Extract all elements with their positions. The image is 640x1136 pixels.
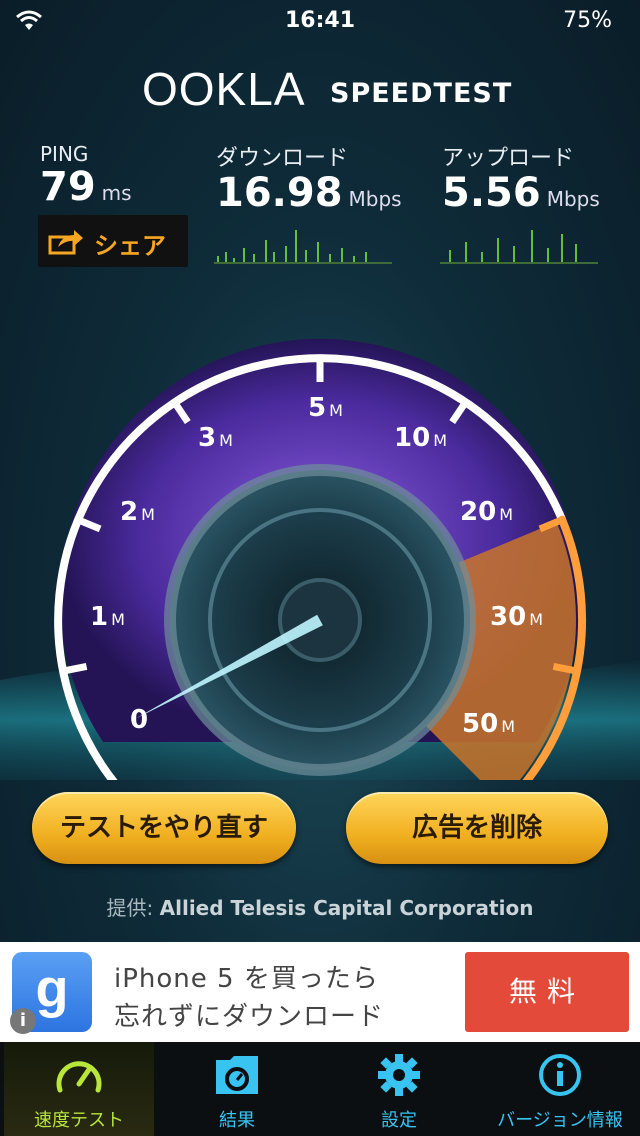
- provider-line: 提供: Allied Telesis Capital Corporation: [0, 892, 640, 921]
- ping-stat: PING 79 ms: [40, 142, 132, 210]
- download-unit: Mbps: [348, 187, 402, 211]
- ad-line-2: 忘れずにダウンロード: [114, 1002, 385, 1032]
- status-bar: 16:41 75%: [0, 0, 640, 40]
- tick-label-0: 0: [130, 705, 148, 735]
- download-stat: ダウンロード 16.98 Mbps: [216, 140, 402, 216]
- tab-settings[interactable]: 設定: [324, 1042, 474, 1136]
- gauge-tick-mark: [62, 662, 88, 675]
- upload-sparkline: [440, 230, 598, 264]
- tab-bar: 速度テスト 結果 設定 バージョン情報: [0, 1042, 640, 1136]
- info-icon: [539, 1054, 581, 1096]
- results-folder-icon: [216, 1056, 258, 1094]
- tab-speed-test-label: 速度テスト: [34, 1110, 124, 1131]
- speedometer-icon: [56, 1061, 102, 1093]
- retry-test-button[interactable]: テストをやり直す: [32, 792, 296, 864]
- share-button[interactable]: シェア: [38, 215, 188, 267]
- upload-stat: アップロード 5.56 Mbps: [442, 140, 600, 216]
- ping-unit: ms: [101, 181, 132, 205]
- upload-label: アップロード: [442, 146, 575, 171]
- remove-ads-button[interactable]: 広告を削除: [346, 792, 608, 864]
- ping-value: 79: [40, 164, 96, 210]
- tab-version-info[interactable]: バージョン情報: [480, 1042, 640, 1136]
- gauge-tick-mark: [552, 662, 578, 675]
- ad-line-1: iPhone 5 を買ったら: [114, 964, 379, 994]
- ookla-logo: OOKLA: [142, 63, 306, 115]
- provider-name: Allied Telesis Capital Corporation: [159, 896, 534, 920]
- download-sparkline: [214, 230, 392, 264]
- download-label: ダウンロード: [216, 146, 349, 171]
- tab-results-label: 結果: [219, 1110, 255, 1131]
- ad-banner[interactable]: g iPhone 5 を買ったら 忘れずにダウンロード 無料 i: [0, 942, 640, 1042]
- download-value: 16.98: [216, 170, 343, 216]
- battery-level: 75%: [563, 8, 612, 33]
- tab-results[interactable]: 結果: [162, 1042, 312, 1136]
- share-icon: [48, 230, 83, 255]
- speedometer-gauge: 0 1M 2M 3M 5M 10 M 20 M 30 M 50 M: [0, 338, 640, 780]
- tab-settings-label: 設定: [381, 1110, 417, 1131]
- tab-speed-test[interactable]: 速度テスト: [4, 1042, 154, 1136]
- ad-free-button[interactable]: 無料: [465, 952, 629, 1032]
- gear-icon: [378, 1054, 420, 1096]
- status-time: 16:41: [284, 8, 356, 33]
- product-name: SPEEDTEST: [330, 78, 513, 109]
- tab-version-info-label: バージョン情報: [497, 1110, 623, 1131]
- provider-prefix: 提供:: [106, 896, 154, 920]
- share-label: シェア: [94, 232, 166, 260]
- ad-info-icon[interactable]: i: [10, 1008, 36, 1034]
- upload-unit: Mbps: [546, 187, 600, 211]
- ping-label: PING: [40, 142, 89, 166]
- upload-value: 5.56: [442, 170, 541, 216]
